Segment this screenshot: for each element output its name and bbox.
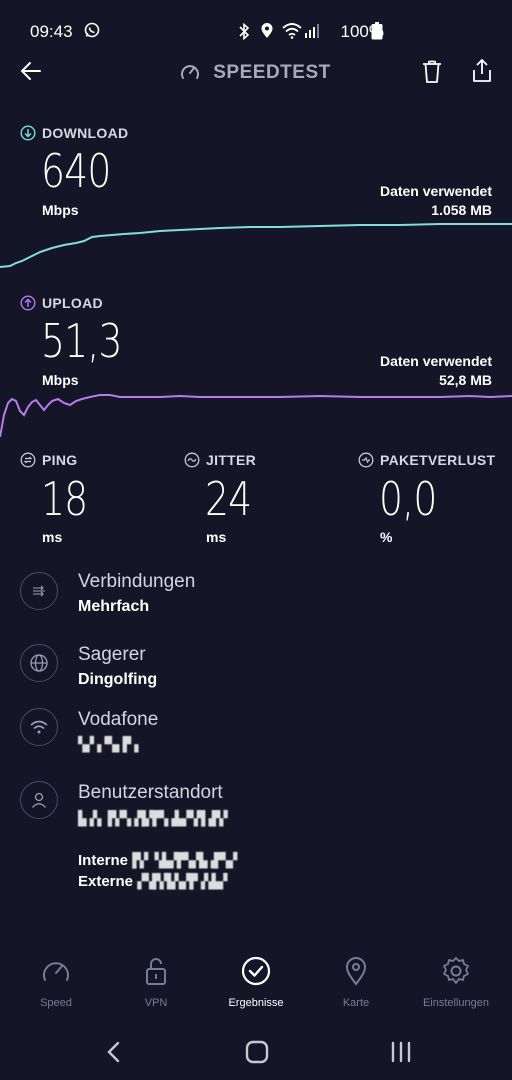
lock-icon [146,958,166,985]
delete-button[interactable] [420,59,444,85]
connections-value: Mehrfach [78,598,150,615]
speedometer-icon [43,962,69,981]
connections-icon [20,572,58,610]
status-bar: 09:43 100% [0,0,512,56]
system-home-button[interactable] [245,1040,269,1069]
bottom-nav: Speed VPN Ergebnisse Karte Einstellungen [0,956,512,1016]
ping-unit: ms [42,529,63,545]
internal-ip-redacted: ▛▞ ▚▙▞▛▚▞▙▗▛▚▞ [132,853,237,869]
system-nav-bar [0,1030,512,1080]
upload-label: UPLOAD [42,295,103,311]
location-icon [260,22,274,44]
recents-icon [391,1041,411,1063]
server-location: Dingolfing [78,671,158,688]
upload-graph [0,394,512,438]
download-label: DOWNLOAD [42,125,129,141]
whatsapp-icon [84,22,100,43]
status-time: 09:43 [30,22,73,41]
packet-loss-label: PAKETVERLUST [380,452,496,468]
nav-speed[interactable]: Speed [6,956,106,1016]
share-button[interactable] [470,58,494,84]
wifi-provider-icon [20,708,58,746]
packet-loss-value: 0,0 [379,472,437,526]
nav-results[interactable]: Ergebnisse [206,956,306,1016]
internal-ip-label: Interne [78,852,129,869]
nav-map[interactable]: Karte [306,956,406,1016]
bluetooth-icon [238,22,250,45]
internal-ip-row: Interne ▛▞ ▚▙▞▛▚▞▙▗▛▚▞ [78,852,237,869]
ping-value: 18 [41,472,88,526]
battery-icon [371,22,383,45]
chevron-left-icon [107,1041,120,1063]
jitter-icon [184,452,200,473]
upload-arrow-icon [20,295,36,316]
download-graph [0,223,512,268]
user-icon [20,781,58,819]
wifi-icon [281,22,303,44]
provider-title: Vodafone [78,709,159,730]
connections-title: Verbindungen [78,571,196,592]
external-ip-redacted: ▞▚▛▞▙▚▞▛▗▚▙▞ [137,874,227,890]
map-pin-icon [345,957,367,986]
download-data-used-label: Daten verwendet [379,183,492,199]
download-value: 640 [41,144,111,198]
nav-vpn[interactable]: VPN [106,956,206,1016]
system-back-button[interactable] [104,1040,124,1069]
nav-map-label: Karte [342,997,370,1009]
upload-value: 51,3 [41,314,123,368]
share-icon [473,59,491,82]
external-ip-label: Externe [78,873,134,890]
location-redacted: ▙▗▚ ▛▞▚▗▜▞▛▚▗▙▞▚▜▗▛▞ [78,811,228,827]
location-title: Benutzerstandort [78,782,223,803]
ping-label: PING [42,452,78,468]
nav-results-label: Ergebnisse [228,997,284,1009]
provider-ip-redacted: ▚▞▗▝▚▖▛▗ [78,737,138,753]
download-arrow-icon [20,125,36,146]
jitter-value: 24 [205,472,252,526]
globe-icon [20,644,58,682]
packet-loss-unit: % [380,529,393,545]
external-ip-row: Externe ▞▚▛▞▙▚▞▛▗▚▙▞ [78,873,227,890]
check-circle-icon [241,956,271,986]
ping-icon [20,452,36,473]
nav-speed-label: Speed [40,997,72,1009]
packet-loss-icon [358,452,374,473]
trash-icon [423,60,441,83]
jitter-label: JITTER [206,452,257,468]
signal-icon [304,22,320,44]
nav-vpn-label: VPN [144,997,168,1009]
jitter-unit: ms [206,529,227,545]
nav-settings[interactable]: Einstellungen [406,956,506,1016]
nav-settings-label: Einstellungen [422,997,490,1009]
home-square-icon [245,1040,269,1064]
system-recents-button[interactable] [389,1040,413,1069]
upload-data-used-label: Daten verwendet [379,353,492,369]
server-title[interactable]: Sagerer [78,644,146,666]
gear-icon [443,957,469,984]
